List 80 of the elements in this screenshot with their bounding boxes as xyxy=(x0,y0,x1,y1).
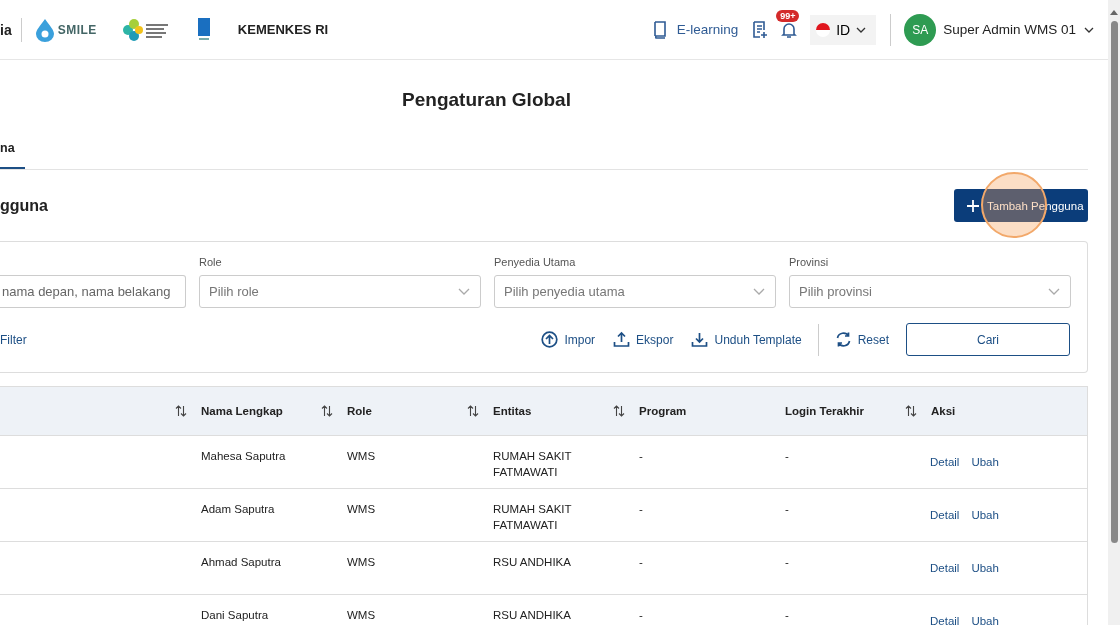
sort-icon[interactable] xyxy=(175,405,187,417)
edit-link[interactable]: Ubah xyxy=(971,454,999,470)
user-avatar[interactable]: SA xyxy=(904,13,937,46)
edit-link[interactable]: Ubah xyxy=(971,507,999,523)
reset-button[interactable]: Reset xyxy=(834,331,889,348)
download-icon xyxy=(691,331,709,348)
table-cell: - xyxy=(785,450,789,462)
scroll-up-icon[interactable] xyxy=(1110,10,1118,15)
export-button[interactable]: Ekspor xyxy=(613,331,674,348)
table-cell: - xyxy=(785,609,789,621)
table-cell: WMS xyxy=(347,556,376,568)
column-header: Program xyxy=(639,405,687,417)
smile-logo: SMILE xyxy=(33,17,97,42)
field-label: Provinsi xyxy=(789,256,830,270)
detail-link[interactable]: Detail xyxy=(930,560,960,576)
column-header: Role xyxy=(347,405,372,417)
table-cell: - xyxy=(785,556,789,568)
user-name[interactable]: Super Admin WMS 01 xyxy=(943,22,1076,37)
table-cell: WMS xyxy=(347,503,376,515)
import-button[interactable]: Impor xyxy=(541,331,596,348)
table-cell: - xyxy=(639,503,643,515)
chevron-down-icon xyxy=(1048,288,1060,295)
sort-icon[interactable] xyxy=(905,405,917,417)
table-cell: - xyxy=(639,450,643,462)
field-label: Role xyxy=(199,256,223,270)
filter-link[interactable]: Filter xyxy=(0,332,27,347)
book-icon[interactable] xyxy=(651,20,668,39)
table-cell: WMS xyxy=(347,609,376,621)
table-cell: WMS xyxy=(347,450,376,462)
flag-icon xyxy=(816,22,831,37)
dropdown-field[interactable]: Pilih provinsi xyxy=(789,275,1071,308)
dropdown-field[interactable]: Pilih role xyxy=(199,275,481,308)
plus-icon xyxy=(967,199,979,212)
chevron-down-icon xyxy=(753,288,765,295)
sort-icon[interactable] xyxy=(321,405,333,417)
column-header: Nama Lengkap xyxy=(201,405,283,417)
upload-icon xyxy=(613,331,631,348)
table-cell: - xyxy=(639,609,643,621)
table-cell: Dani Saputra xyxy=(201,609,269,621)
sort-icon[interactable] xyxy=(467,405,479,417)
table-cell: Adam Saputra xyxy=(201,503,275,515)
chevron-down-icon xyxy=(856,26,867,33)
organization-name: KEMENKES RI xyxy=(237,22,329,37)
column-header: Entitas xyxy=(493,405,532,417)
table-cell: RUMAH SAKIT FATMAWATI xyxy=(493,503,572,531)
scrollbar[interactable] xyxy=(1108,0,1120,625)
search-button[interactable]: Cari xyxy=(906,323,1070,356)
section-title: gguna xyxy=(0,196,48,215)
detail-link[interactable]: Detail xyxy=(930,454,960,470)
elearning-link[interactable]: E-learning xyxy=(651,20,739,39)
download-button[interactable]: Unduh Template xyxy=(691,331,802,348)
detail-link[interactable]: Detail xyxy=(930,507,960,523)
chevron-down-icon[interactable] xyxy=(1084,26,1094,33)
table-cell: RSU ANDHIKA xyxy=(493,609,571,621)
search-field[interactable]: nama depan, nama belakang xyxy=(0,275,186,308)
upload-circle-icon xyxy=(541,331,559,348)
brand-name: ia xyxy=(0,21,12,38)
column-header: Aksi xyxy=(931,405,956,417)
edit-link[interactable]: Ubah xyxy=(971,560,999,576)
sort-icon[interactable] xyxy=(613,405,625,417)
field-label: Penyedia Utama xyxy=(494,256,577,270)
edit-link[interactable]: Ubah xyxy=(971,613,999,625)
tab[interactable]: na xyxy=(0,137,25,169)
detail-link[interactable]: Detail xyxy=(930,613,960,625)
page-title: Pengaturan Global xyxy=(401,89,572,112)
document-icon[interactable] xyxy=(752,20,769,39)
table-cell: - xyxy=(785,503,789,515)
dropdown-field[interactable]: Pilih penyedia utama xyxy=(494,275,776,308)
undp-logo-icon xyxy=(197,17,210,42)
refresh-icon xyxy=(834,331,852,348)
table-cell: RUMAH SAKIT FATMAWATI xyxy=(493,450,572,478)
table-cell: - xyxy=(639,556,643,568)
bell-icon[interactable] xyxy=(781,20,798,39)
language-selector[interactable]: ID xyxy=(810,14,877,45)
column-header: Login Terakhir xyxy=(785,405,865,417)
notification-badge: 99+ xyxy=(776,9,800,22)
table-cell: Ahmad Saputra xyxy=(201,556,281,568)
table-cell: Mahesa Saputra xyxy=(201,450,286,462)
chevron-down-icon xyxy=(458,288,470,295)
table-cell: RSU ANDHIKA xyxy=(493,556,571,568)
